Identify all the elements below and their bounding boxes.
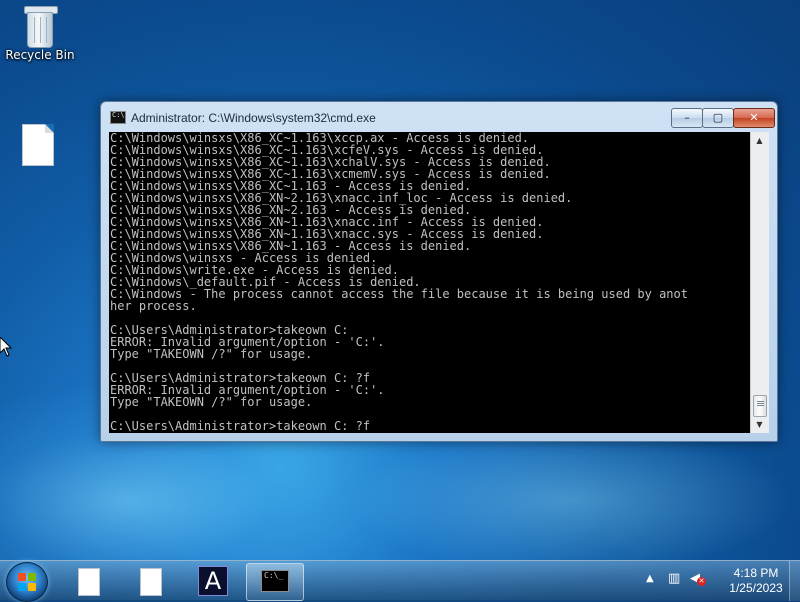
desktop-file-shortcut[interactable] <box>22 124 56 166</box>
recycle-bin-icon <box>24 6 58 48</box>
taskbar-item-app-a[interactable]: A <box>184 563 240 599</box>
cmd-window[interactable]: Administrator: C:\Windows\system32\cmd.e… <box>100 101 778 442</box>
clock[interactable]: 4:18 PM 1/25/2023 <box>716 566 796 596</box>
cmd-icon: C:\_ <box>261 570 289 592</box>
scrollbar-thumb[interactable] <box>753 395 767 417</box>
scroll-up-arrow-icon[interactable]: ▲ <box>751 132 768 149</box>
cmd-app-icon[interactable] <box>110 111 126 124</box>
clock-date: 1/25/2023 <box>729 581 783 595</box>
start-button[interactable] <box>6 562 48 602</box>
system-tray: ▲ ▥ ◀ ✕ 4:18 PM 1/25/2023 <box>640 561 800 601</box>
volume-muted-icon[interactable]: ◀ ✕ <box>690 571 706 589</box>
app-a-icon: A <box>198 566 228 596</box>
windows-logo-icon <box>18 573 36 591</box>
file-icon <box>22 124 54 166</box>
recycle-bin-label: Recycle Bin <box>5 48 75 62</box>
mouse-cursor-icon <box>0 336 14 357</box>
console-output[interactable]: C:\Windows\winsxs\X86_XC~1.163\xccp.ax -… <box>109 132 750 433</box>
taskbar-item-cmd[interactable]: C:\_ <box>246 563 304 601</box>
clock-time: 4:18 PM <box>733 566 779 580</box>
recycle-bin-shortcut[interactable]: Recycle Bin <box>4 6 76 62</box>
maximize-button[interactable]: ▢ <box>702 108 734 128</box>
network-icon[interactable]: ▥ <box>668 571 684 589</box>
document-icon <box>78 568 100 596</box>
title-bar[interactable]: Administrator: C:\Windows\system32\cmd.e… <box>101 102 777 132</box>
taskbar-item-document-2[interactable] <box>122 563 178 599</box>
close-button[interactable]: ✕ <box>733 108 775 128</box>
window-title: Administrator: C:\Windows\system32\cmd.e… <box>131 111 376 125</box>
show-hidden-icons-icon[interactable]: ▲ <box>646 573 654 584</box>
document-icon <box>140 568 162 596</box>
taskbar-item-document-1[interactable] <box>60 563 116 599</box>
show-desktop-button[interactable] <box>789 561 800 601</box>
scroll-down-arrow-icon[interactable]: ▼ <box>751 416 768 433</box>
taskbar: A C:\_ ▲ ▥ ◀ ✕ 4:18 PM 1/25/2023 <box>0 560 800 602</box>
console-text: C:\Windows\winsxs\X86_XC~1.163\xccp.ax -… <box>110 132 688 433</box>
minimize-button[interactable]: – <box>671 108 703 128</box>
vertical-scrollbar[interactable]: ▲ ▼ <box>750 132 769 433</box>
